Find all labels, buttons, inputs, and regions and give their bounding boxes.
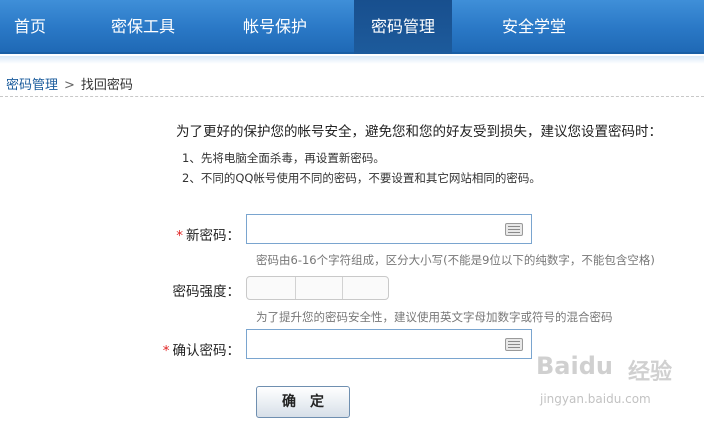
strength-segment-weak bbox=[247, 277, 296, 299]
nav-home[interactable]: 首页 bbox=[0, 0, 60, 54]
keyboard-icon[interactable] bbox=[505, 223, 523, 236]
required-mark: * bbox=[162, 343, 170, 359]
intro-text: 为了更好的保护您的帐号安全，避免您和您的好友受到损失，建议您设置密码时： bbox=[176, 124, 662, 140]
confirm-password-field[interactable] bbox=[246, 329, 532, 359]
watermark-logo: Baidu bbox=[536, 352, 613, 380]
tip-item: 2、不同的QQ帐号使用不同的密码，不要设置和其它网站相同的密码。 bbox=[182, 171, 541, 185]
strength-segment-medium bbox=[296, 277, 343, 299]
new-password-field[interactable] bbox=[246, 214, 532, 244]
breadcrumb: 密码管理 > 找回密码 bbox=[6, 74, 133, 93]
new-password-hint: 密码由6-16个字符组成，区分大小写(不能是9位以下的纯数字，不能包含空格) bbox=[256, 253, 655, 267]
strength-hint: 为了提升您的密码安全性，建议使用英文字母加数字或符号的混合密码 bbox=[256, 310, 613, 324]
breadcrumb-parent-link[interactable]: 密码管理 bbox=[6, 78, 58, 93]
new-password-label-text: 新密码： bbox=[186, 228, 240, 244]
new-password-label: * 新密码： bbox=[170, 224, 240, 244]
strength-segment-strong bbox=[343, 277, 388, 299]
watermark-url: jingyan.baidu.com bbox=[540, 392, 651, 406]
nav-divider bbox=[0, 56, 704, 64]
watermark-logo-cn: 经验 bbox=[628, 360, 673, 385]
password-strength-meter bbox=[246, 276, 389, 300]
breadcrumb-separator: > bbox=[64, 78, 75, 93]
confirm-password-input[interactable] bbox=[247, 330, 497, 358]
nav-security-school[interactable]: 安全学堂 bbox=[480, 0, 588, 54]
confirm-button[interactable]: 确定 bbox=[256, 386, 350, 418]
new-password-input[interactable] bbox=[247, 215, 497, 243]
confirm-password-label-text: 确认密码： bbox=[172, 343, 241, 359]
nav-password-management[interactable]: 密码管理 bbox=[354, 0, 452, 54]
nav-account-protection[interactable]: 帐号保护 bbox=[220, 0, 330, 54]
keyboard-icon[interactable] bbox=[505, 338, 523, 351]
strength-label: 密码强度： bbox=[172, 284, 241, 300]
confirm-password-label: * 确认密码： bbox=[156, 339, 240, 359]
breadcrumb-divider bbox=[0, 96, 704, 97]
required-mark: * bbox=[176, 228, 183, 244]
top-nav: 首页 密保工具 帐号保护 密码管理 安全学堂 bbox=[0, 0, 704, 54]
tip-item: 1、先将电脑全面杀毒，再设置新密码。 bbox=[182, 151, 385, 165]
nav-security-tools[interactable]: 密保工具 bbox=[88, 0, 198, 54]
baidu-jingyan-watermark: Baidu 经验 jingyan.baidu.com bbox=[536, 352, 696, 418]
breadcrumb-current: 找回密码 bbox=[80, 78, 133, 93]
